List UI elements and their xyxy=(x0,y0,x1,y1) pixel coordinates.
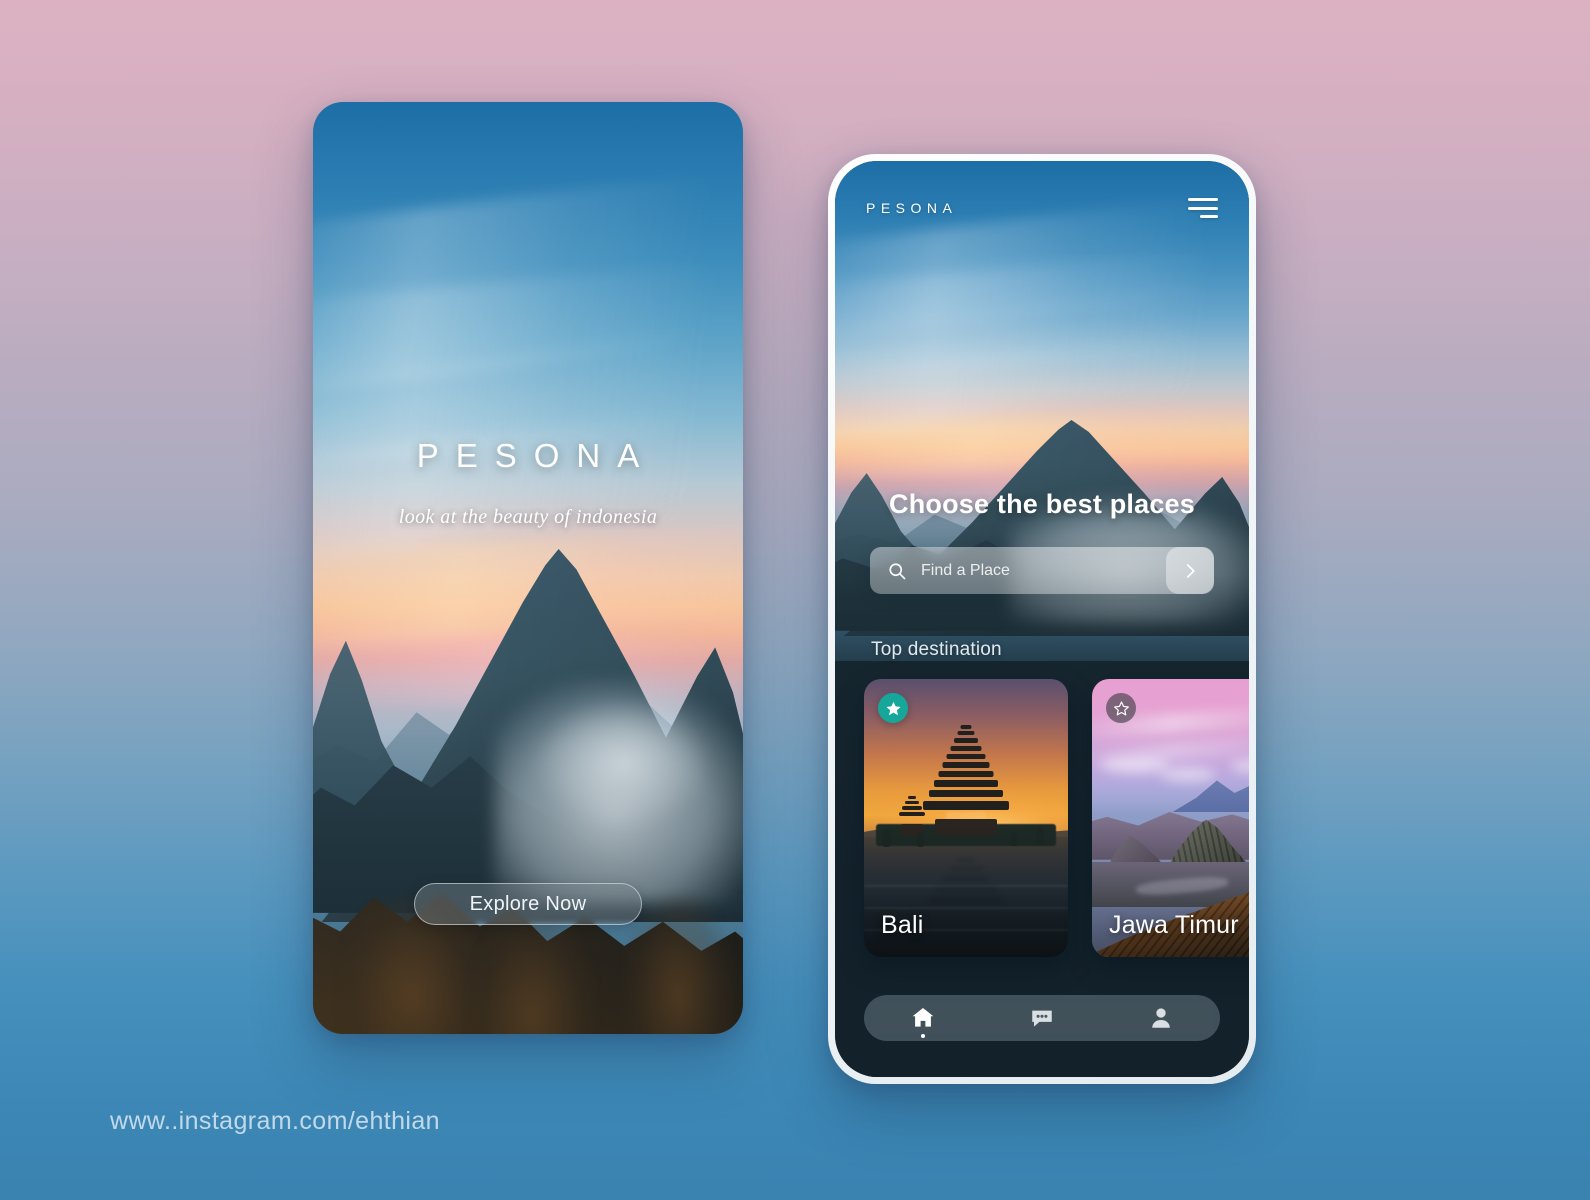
nav-item-chat[interactable] xyxy=(1012,995,1072,1041)
home-hero-photo xyxy=(835,161,1249,701)
search-input[interactable] xyxy=(921,561,1166,580)
page-headline: Choose the best places xyxy=(889,489,1195,519)
nav-item-home[interactable] xyxy=(893,995,953,1041)
section-label-top-destination: Top destination xyxy=(871,639,1002,660)
splash-tagline: look at the beauty of indonesia xyxy=(398,506,658,528)
watermark-credit: www..instagram.com/ehthian xyxy=(110,1107,440,1135)
search-icon xyxy=(889,562,906,579)
search-submit-button[interactable] xyxy=(1166,547,1214,594)
phone-screen: PESONA Choose the best places Find a Pla… xyxy=(835,161,1249,1077)
destination-card-list: Bali Jawa Timur xyxy=(864,679,1249,957)
destination-card-jawa-timur[interactable]: Jawa Timur xyxy=(1092,679,1249,957)
app-logo: PESONA xyxy=(866,200,958,216)
bottom-navigation-bar xyxy=(864,995,1220,1041)
pagoda-temple xyxy=(923,723,1009,835)
home-screen-phone: PESONA Choose the best places Find a Pla… xyxy=(828,154,1256,1084)
app-header: PESONA xyxy=(835,191,1249,225)
home-icon xyxy=(912,1008,934,1027)
active-indicator-dot xyxy=(921,1034,926,1038)
menu-line xyxy=(1200,215,1218,218)
destination-name-bali: Bali xyxy=(881,911,924,939)
chat-bubble-icon xyxy=(1032,1010,1052,1027)
search-bar[interactable] xyxy=(870,547,1214,594)
menu-line xyxy=(1188,206,1218,210)
nav-item-profile[interactable] xyxy=(1131,995,1191,1041)
destination-name-jawa-timur: Jawa Timur xyxy=(1109,911,1239,939)
mockup-scene: PESONA look at the beauty of indonesia E… xyxy=(0,0,1590,1200)
person-icon xyxy=(1151,1008,1170,1028)
star-outline-icon xyxy=(1113,700,1129,715)
destination-card-bali[interactable]: Bali xyxy=(864,679,1068,957)
splash-title: PESONA xyxy=(416,437,657,474)
chevron-right-icon xyxy=(1186,563,1195,578)
star-filled-icon xyxy=(885,701,901,715)
menu-line xyxy=(1188,198,1218,201)
hamburger-menu-icon[interactable] xyxy=(1188,198,1218,218)
favorite-badge-jawa-timur[interactable] xyxy=(1106,693,1136,723)
explore-now-button[interactable]: Explore Now xyxy=(414,883,642,925)
splash-screen-phone: PESONA look at the beauty of indonesia E… xyxy=(313,102,743,1034)
favorite-badge-bali[interactable] xyxy=(878,693,908,723)
